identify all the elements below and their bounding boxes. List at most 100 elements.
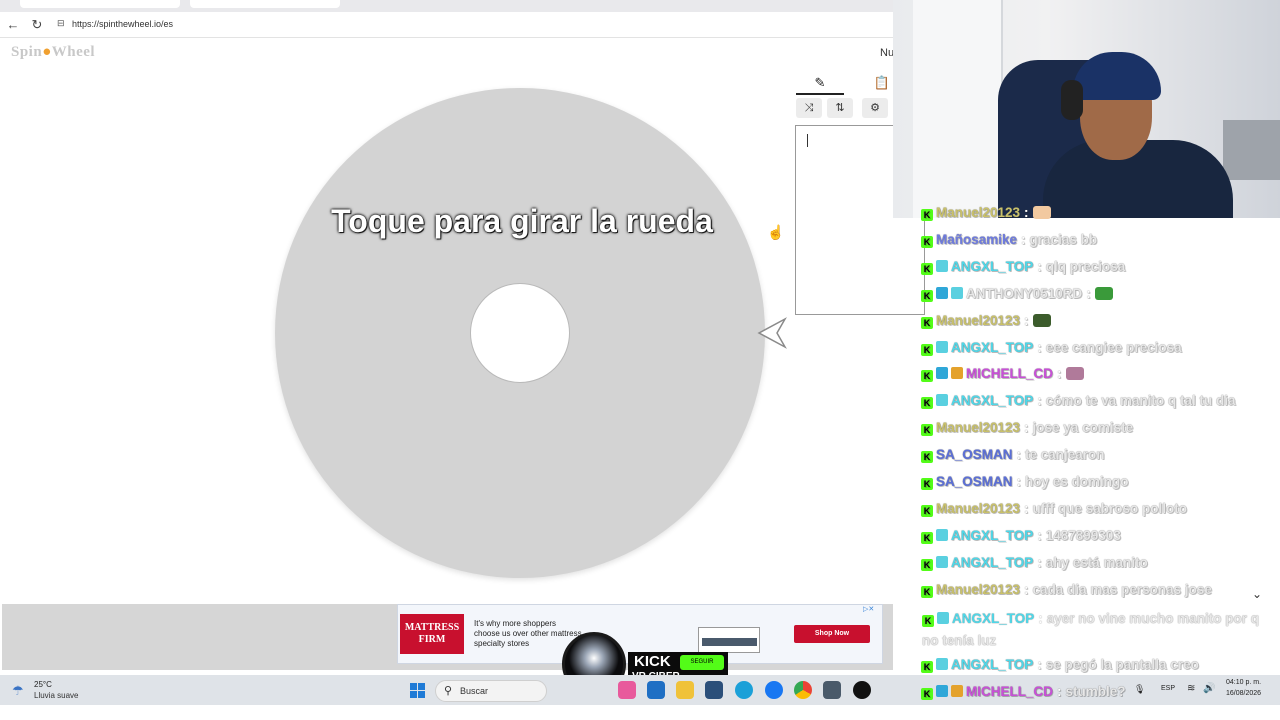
clock-time[interactable]: 04:10 p. m.: [1226, 679, 1261, 686]
chat-username[interactable]: MICHELL_CD: [966, 366, 1053, 381]
chat-message: ANGXL_TOP:se pegó la pantalla creo: [921, 656, 1199, 674]
ad-shop-now-button[interactable]: Shop Now: [794, 625, 870, 643]
chat-username[interactable]: Manuel20123: [936, 205, 1020, 220]
vip-badge-icon: [936, 367, 948, 380]
webcam-background-door: [913, 0, 1003, 218]
browser-tab-active[interactable]: [190, 0, 340, 8]
vip-badge-icon: [936, 286, 948, 299]
sort-icon[interactable]: ⇅: [827, 98, 853, 118]
taskbar-app-outlook-icon[interactable]: [647, 681, 665, 699]
weather-rain-icon[interactable]: ☂: [12, 683, 24, 699]
reload-icon[interactable]: ↻: [30, 18, 44, 32]
chat-message: ANGXL_TOP:cómo te va manito q tal tu dia: [921, 392, 1236, 410]
chat-text: eee cangiee preciosa: [1045, 339, 1182, 355]
browser-tab-strip: [0, 0, 893, 12]
kick-badge-icon: [921, 661, 933, 673]
chat-separator: :: [1037, 527, 1042, 543]
kick-badge-icon: [921, 585, 933, 598]
spin-prompt[interactable]: Toque para girar la rueda: [292, 203, 752, 240]
chat-username[interactable]: ANGXL_TOP: [951, 528, 1033, 543]
chat-username[interactable]: ANGXL_TOP: [951, 393, 1033, 408]
chat-username[interactable]: Manuel20123: [936, 582, 1020, 597]
chat-username[interactable]: SA_OSMAN: [936, 447, 1013, 462]
kick-badge-icon: [922, 615, 934, 627]
chat-separator: :: [1037, 657, 1042, 672]
taskbar-app-store-icon[interactable]: [705, 681, 723, 699]
wheel-center-hub[interactable]: [470, 283, 570, 383]
clock-date[interactable]: 16/08/2026: [1226, 690, 1261, 697]
tab-results-clipboard-icon[interactable]: 📋: [870, 71, 894, 95]
gift-badge-icon: [951, 367, 963, 380]
kick-badge-icon: [921, 531, 933, 544]
taskbar-app-chrome-icon[interactable]: [794, 681, 812, 699]
browser-tab[interactable]: [20, 0, 180, 8]
chat-username[interactable]: Mañosamike: [936, 232, 1017, 247]
chat-username[interactable]: ANTHONY0510RD: [966, 286, 1082, 301]
chat-username[interactable]: ANGXL_TOP: [951, 657, 1033, 672]
taskbar-app-facebook-icon[interactable]: [765, 681, 783, 699]
taskbar-search[interactable]: ⚲ Buscar: [435, 680, 547, 702]
chat-message: MICHELL_CD:stumble?: [921, 683, 1126, 701]
chat-username[interactable]: ANGXL_TOP: [951, 340, 1033, 355]
kick-badge-icon: [921, 424, 933, 437]
site-logo[interactable]: Spin●Wheel: [11, 44, 95, 61]
chat-separator: :: [1016, 447, 1022, 463]
windows-start-icon[interactable]: [410, 683, 426, 699]
chat-separator: :: [1037, 339, 1042, 355]
chat-message: Manuel20123:ufff que sabroso polloto: [921, 500, 1187, 518]
ad-product-image: [698, 627, 760, 653]
chat-username[interactable]: MICHELL_CD: [966, 684, 1053, 699]
mic-icon[interactable]: 🎙: [1134, 684, 1145, 695]
chat-message: Manuel20123:jose ya comiste: [921, 419, 1133, 437]
kick-badge-icon: [921, 262, 933, 275]
chat-username[interactable]: SA_OSMAN: [936, 474, 1013, 489]
keyboard-language[interactable]: ESP: [1161, 685, 1175, 692]
chat-text: stumble?: [1065, 683, 1126, 699]
headset-icon: [1061, 80, 1083, 120]
address-bar: ← ↻ ⊟ https://spinthewheel.io/es: [0, 12, 893, 38]
chat-username[interactable]: Manuel20123: [936, 501, 1020, 516]
top-right-menu-text[interactable]: Nu: [880, 47, 894, 59]
site-info-icon[interactable]: ⊟: [57, 18, 65, 29]
chat-emote-icon: [1065, 367, 1084, 381]
screen: ← ↻ ⊟ https://spinthewheel.io/es Spin●Wh…: [0, 0, 1280, 720]
taskbar-app-obs-icon[interactable]: [853, 681, 871, 699]
chat-message: ANGXL_TOP:qlq preciosa: [921, 258, 1125, 276]
kick-badge-icon: [921, 209, 933, 221]
settings-gear-icon[interactable]: ⚙: [862, 98, 888, 118]
ad-brand-logo: MATTRESS FIRM: [400, 614, 464, 654]
wifi-icon[interactable]: ≋: [1187, 683, 1195, 694]
taskbar-app-copilot-icon[interactable]: [618, 681, 636, 699]
chat-message: ANGXL_TOP:1487899303: [921, 527, 1121, 545]
chat-separator: :: [1021, 231, 1026, 247]
url-field[interactable]: https://spinthewheel.io/es: [72, 19, 173, 29]
kick-badge-icon: [921, 235, 933, 248]
taskbar-app-calculator-icon[interactable]: [823, 681, 841, 699]
tab-entries-edit-icon[interactable]: ✎: [796, 71, 844, 95]
chat-separator: :: [1037, 258, 1042, 274]
chat-username[interactable]: ANGXL_TOP: [951, 555, 1033, 570]
back-arrow-icon[interactable]: ←: [6, 18, 20, 32]
chat-separator: :: [1024, 205, 1029, 220]
weather-temperature[interactable]: 25°C: [34, 680, 52, 689]
chat-message: ANTHONY0510RD:: [921, 285, 1113, 303]
volume-icon[interactable]: 🔊: [1203, 683, 1215, 694]
chat-separator: :: [1037, 554, 1042, 570]
gift-badge-icon: [951, 684, 963, 697]
chat-username[interactable]: ANGXL_TOP: [951, 259, 1033, 274]
chat-message: Manuel20123:: [921, 312, 1051, 330]
chat-message: SA_OSMAN:hoy es domingo: [921, 473, 1129, 491]
chevron-down-icon[interactable]: ⌄: [1252, 587, 1262, 601]
taskbar-app-explorer-icon[interactable]: [676, 681, 694, 699]
taskbar-app-edge-icon[interactable]: [735, 681, 753, 699]
weather-condition[interactable]: Lluvia suave: [34, 691, 78, 700]
kick-badge-icon: [921, 504, 933, 517]
shuffle-icon[interactable]: ⤨: [796, 98, 822, 118]
ad-choices-icon[interactable]: ▷✕: [863, 606, 879, 614]
chat-text: 1487899303: [1045, 527, 1121, 543]
search-placeholder: Buscar: [460, 686, 489, 696]
chat-username[interactable]: Manuel20123: [936, 313, 1020, 328]
chat-username[interactable]: Manuel20123: [936, 420, 1020, 435]
chat-separator: :: [1038, 611, 1043, 626]
webcam-background-shelf: [1223, 120, 1280, 180]
